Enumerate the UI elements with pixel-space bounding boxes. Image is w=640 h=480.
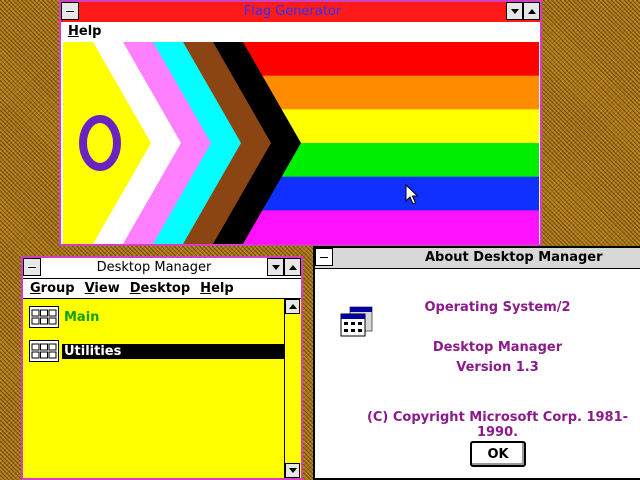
system-menu-icon[interactable] — [61, 2, 79, 20]
ok-button[interactable]: OK — [470, 441, 526, 467]
flag-generator-titlebar[interactable]: Flag Generator — [61, 2, 540, 23]
flag-generator-window[interactable]: Flag Generator Help — [59, 0, 542, 246]
group-label-main: Main — [64, 309, 100, 325]
chevron-up-icon — [527, 8, 536, 14]
copyright-text: (C) Copyright Microsoft Corp. 1981-1990. — [366, 410, 629, 440]
maximize-button[interactable] — [523, 2, 540, 20]
system-menu-icon[interactable] — [315, 248, 333, 266]
chevron-down-icon — [271, 264, 280, 270]
scroll-up-arrow-icon — [288, 304, 297, 309]
menu-help[interactable]: Help — [200, 281, 233, 296]
version-text: Version 1.3 — [456, 360, 539, 375]
group-label-utilities: Utilities — [62, 343, 285, 359]
dialog-title: About Desktop Manager — [425, 250, 603, 265]
scroll-up-button[interactable] — [285, 299, 300, 314]
app-name-text: Desktop Manager — [432, 340, 563, 355]
menu-group[interactable]: Group — [30, 281, 75, 296]
os-name-text: Operating System/2 — [424, 300, 571, 315]
desktop-manager-titlebar[interactable]: Desktop Manager — [23, 258, 301, 279]
desktop-manager-menubar: Group View Desktop Help — [23, 279, 301, 297]
group-item-utilities[interactable]: Utilities — [29, 340, 285, 362]
mouse-pointer-icon — [405, 184, 419, 205]
scroll-down-button[interactable] — [285, 463, 300, 478]
group-item-main[interactable]: Main — [29, 306, 279, 328]
scroll-down-arrow-icon — [288, 468, 297, 473]
minimize-button[interactable] — [267, 258, 284, 276]
vertical-scrollbar[interactable] — [284, 298, 301, 478]
group-list: Main Utilities — [23, 298, 285, 478]
menu-view[interactable]: View — [85, 281, 120, 296]
program-group-icon — [29, 340, 59, 362]
minimize-button[interactable] — [506, 2, 523, 20]
about-titlebar[interactable]: About Desktop Manager — [315, 248, 640, 269]
maximize-button[interactable] — [284, 258, 301, 276]
flag-menubar: Help — [61, 22, 540, 40]
menu-help[interactable]: Help — [68, 24, 101, 39]
window-title: Flag Generator — [243, 4, 342, 19]
chevron-up-icon — [288, 264, 297, 270]
about-dialog[interactable]: About Desktop Manager Operating System/2… — [313, 246, 640, 480]
system-menu-icon[interactable] — [23, 258, 41, 276]
menu-desktop[interactable]: Desktop — [130, 281, 190, 296]
flag-canvas — [63, 42, 539, 244]
desktop-manager-window[interactable]: Desktop Manager Group View Desktop Help … — [21, 256, 303, 480]
chevron-down-icon — [510, 8, 519, 14]
window-title: Desktop Manager — [96, 260, 212, 275]
program-group-icon — [29, 306, 59, 328]
